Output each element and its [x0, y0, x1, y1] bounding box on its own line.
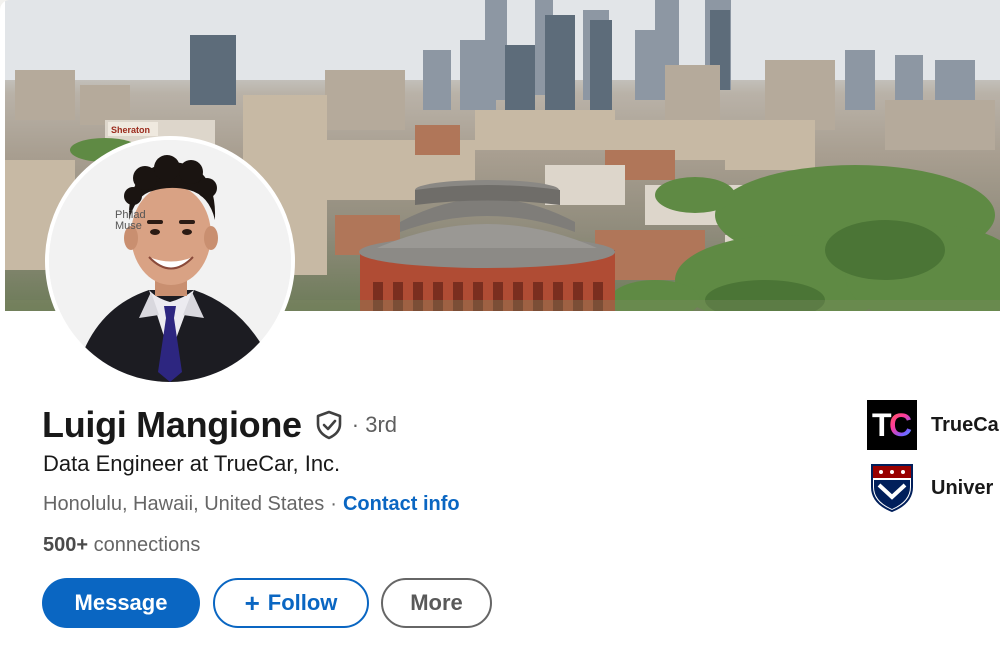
- location-row: Honolulu, Hawaii, United States · Contact …: [43, 493, 460, 516]
- message-button-label: Message: [74, 590, 168, 615]
- connections-number: 500+: [43, 534, 89, 556]
- follow-button-label: Follow: [267, 590, 338, 615]
- backdrop-text: Philad Muse: [115, 209, 146, 232]
- education-link[interactable]: Univer: [867, 463, 993, 513]
- profile-photo[interactable]: Philad Muse: [45, 136, 295, 386]
- profile-headline: Data Engineer at TrueCar, Inc.: [43, 451, 341, 476]
- connection-degree: · 3rd: [351, 412, 398, 437]
- sheraton-sign: Sheraton: [111, 125, 150, 135]
- message-button[interactable]: Message: [42, 578, 200, 628]
- verified-shield-icon[interactable]: [314, 410, 344, 440]
- plus-icon: +: [244, 588, 260, 618]
- follow-button[interactable]: + Follow: [213, 578, 369, 628]
- profile-card: Sheraton Philad Muse Luigi Mangione · 3r…: [0, 0, 1000, 666]
- more-button-label: More: [410, 590, 463, 615]
- profile-name: Luigi Mangione: [42, 404, 302, 445]
- portrait-illustration: [49, 140, 291, 382]
- upenn-shield-logo: [871, 464, 913, 513]
- current-company-name: TrueCa: [931, 413, 999, 436]
- name-row: Luigi Mangione · 3rd: [42, 402, 397, 448]
- current-company-link[interactable]: TC TrueCa: [867, 400, 999, 450]
- profile-location: Honolulu, Hawaii, United States: [43, 493, 325, 515]
- education-school-name: Univer: [931, 476, 994, 499]
- contact-info-link[interactable]: Contact info: [343, 493, 460, 515]
- connections-label: connections: [93, 534, 201, 556]
- more-button[interactable]: More: [381, 578, 492, 628]
- truecar-logo: TC: [867, 400, 917, 450]
- connections-count[interactable]: 500+ connections: [43, 534, 200, 557]
- separator-dot: ·: [330, 493, 337, 515]
